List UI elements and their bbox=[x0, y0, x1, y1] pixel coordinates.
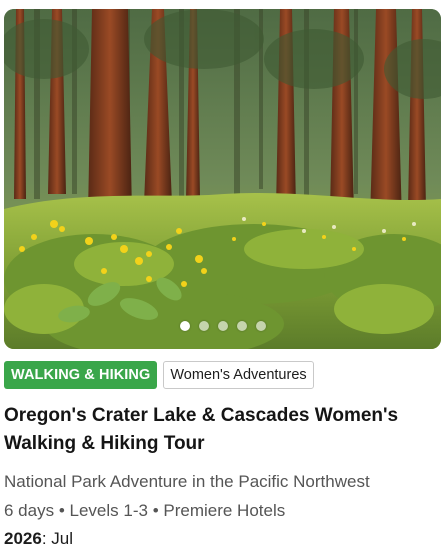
meta-separator: • bbox=[152, 501, 159, 520]
tour-dates: 2026: Jul bbox=[4, 528, 73, 550]
duration: 6 days bbox=[4, 501, 55, 520]
carousel-dot[interactable] bbox=[179, 321, 190, 331]
dates-colon: : bbox=[41, 529, 52, 548]
activity-levels: Levels 1-3 bbox=[69, 501, 148, 520]
tour-photo[interactable] bbox=[4, 9, 441, 349]
activity-tag[interactable]: WALKING & HIKING bbox=[4, 361, 158, 389]
forest-photo bbox=[4, 9, 441, 349]
hotel-class: Premiere Hotels bbox=[163, 501, 286, 520]
dates-year: 2026 bbox=[4, 529, 42, 548]
tour-meta: 6 days • Levels 1-3 • Premiere Hotels bbox=[4, 500, 285, 522]
carousel-dot[interactable] bbox=[255, 321, 266, 331]
carousel-dot[interactable] bbox=[236, 321, 247, 331]
dates-months: Jul bbox=[51, 529, 74, 548]
tour-subtitle: National Park Adventure in the Pacific N… bbox=[4, 472, 370, 491]
category-tag[interactable]: Women's Adventures bbox=[163, 361, 314, 389]
tour-title[interactable]: Oregon's Crater Lake & Cascades Women's … bbox=[4, 402, 441, 458]
meta-separator: • bbox=[58, 501, 65, 520]
carousel-dot[interactable] bbox=[217, 321, 228, 331]
carousel-dot[interactable] bbox=[198, 321, 209, 331]
carousel-dots bbox=[4, 321, 441, 331]
tour-card[interactable]: WALKING & HIKING Women's Adventures Oreg… bbox=[4, 9, 441, 548]
tag-list: WALKING & HIKING Women's Adventures bbox=[4, 361, 314, 389]
